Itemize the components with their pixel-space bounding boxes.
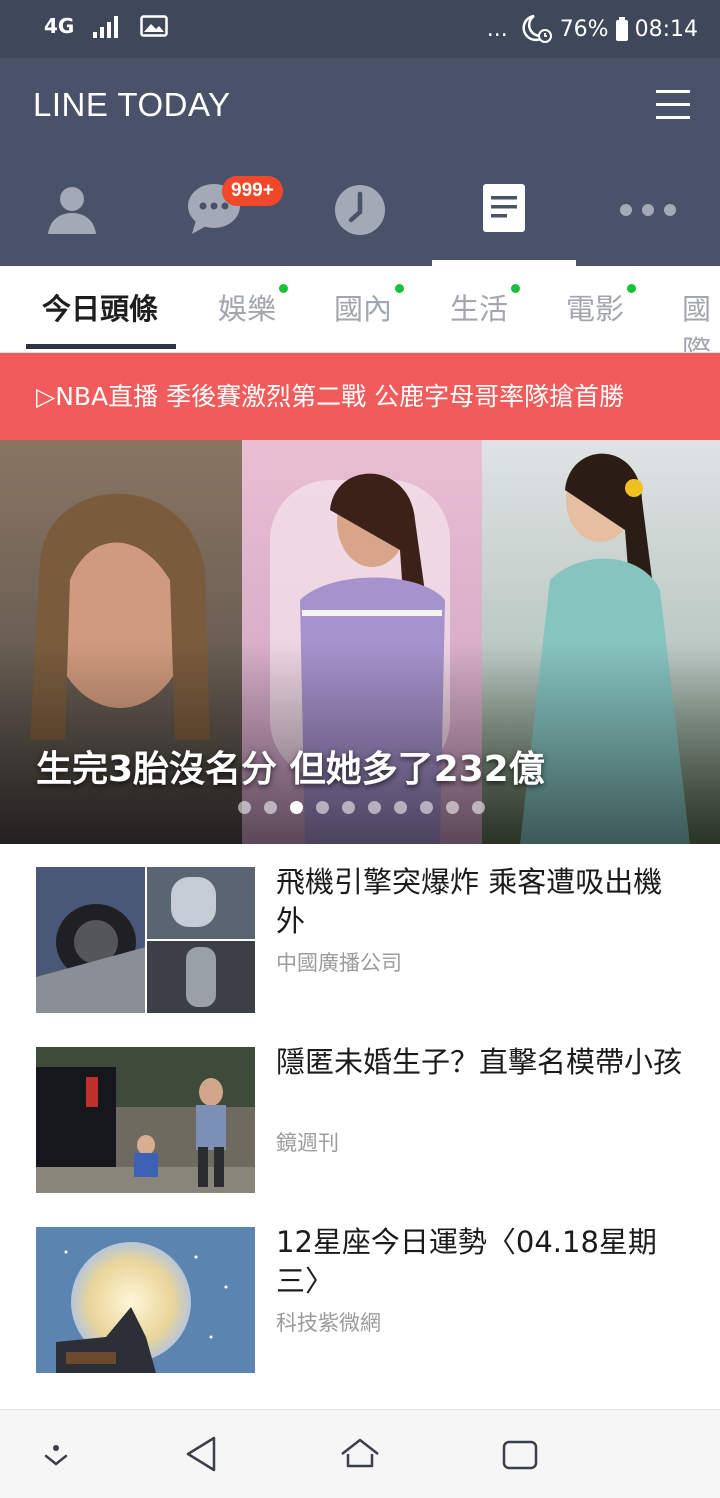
- nav-friends[interactable]: [0, 168, 144, 266]
- new-indicator-dot: [395, 284, 405, 293]
- nav-timeline[interactable]: [288, 168, 432, 266]
- carousel-dot[interactable]: [238, 801, 251, 814]
- article-source: 科技紫微網: [276, 1311, 381, 1335]
- hero-carousel[interactable]: 生完3胎沒名分 但她多了232億: [0, 440, 720, 844]
- network-indicator: 4G: [44, 14, 75, 38]
- nav-chat[interactable]: 999+: [144, 168, 288, 266]
- tab-life[interactable]: 生活: [450, 284, 521, 328]
- gallery-icon: [140, 15, 169, 37]
- moon-alarm-icon: [522, 14, 552, 43]
- status-bar: 4G ... 76% 08:14: [0, 0, 720, 58]
- carousel-dot[interactable]: [264, 801, 277, 814]
- home-icon: [341, 1438, 379, 1468]
- banner-text: ▷NBA直播 季後賽激烈第二戰 公鹿字母哥率隊搶首勝: [36, 382, 625, 411]
- category-tabs: 今日頭條 娛樂 國內 生活 電影 國際: [0, 268, 720, 353]
- app-title: LINE TODAY: [33, 86, 231, 123]
- tab-domestic[interactable]: 國內: [334, 284, 405, 328]
- recent-apps-icon: [502, 1440, 538, 1470]
- system-nav-bar: [0, 1409, 720, 1498]
- battery-icon: [615, 17, 628, 41]
- carousel-dot[interactable]: [368, 801, 381, 814]
- app-header: LINE TODAY 999+: [0, 58, 720, 266]
- carousel-dot[interactable]: [446, 801, 459, 814]
- active-tab-underline: [26, 344, 176, 349]
- article-item[interactable]: 12星座今日運勢〈04.18星期三〉 科技紫微網: [0, 1205, 720, 1385]
- clock: 08:14: [634, 16, 698, 42]
- home-button[interactable]: [340, 1434, 380, 1478]
- more-icon: [620, 204, 676, 216]
- hero-caption: 生完3胎沒名分 但她多了232億: [36, 749, 545, 790]
- chat-badge: 999+: [222, 176, 283, 206]
- notification-drawer-icon: [44, 1445, 68, 1466]
- article-item[interactable]: 隱匿未婚生子？直擊名模帶小孩 鏡週刊: [0, 1025, 720, 1205]
- carousel-dot[interactable]: [394, 801, 407, 814]
- nav-news[interactable]: [432, 168, 576, 266]
- article-title: 飛機引擎突爆炸 乘客遭吸出機外: [276, 865, 663, 938]
- back-button[interactable]: [184, 1434, 218, 1478]
- article-thumbnail: [36, 1227, 255, 1373]
- carousel-dot[interactable]: [342, 801, 355, 814]
- carousel-dot[interactable]: [316, 801, 329, 814]
- notification-drawer-button[interactable]: [42, 1434, 70, 1478]
- article-source: 鏡週刊: [276, 1131, 339, 1155]
- tab-entertainment[interactable]: 娛樂: [218, 284, 289, 328]
- friends-icon: [48, 187, 96, 234]
- new-indicator-dot: [627, 284, 637, 293]
- article-source: 中國廣播公司: [276, 951, 402, 975]
- article-item[interactable]: 飛機引擎突爆炸 乘客遭吸出機外 中國廣播公司: [0, 845, 720, 1025]
- carousel-dot-active[interactable]: [290, 801, 303, 814]
- news-icon: [483, 184, 525, 232]
- recent-apps-button[interactable]: [502, 1434, 538, 1478]
- battery-level: 76%: [559, 16, 609, 42]
- hamburger-menu-icon[interactable]: [656, 90, 690, 120]
- article-title: 12星座今日運勢〈04.18星期三〉: [276, 1225, 657, 1298]
- back-icon: [186, 1436, 216, 1472]
- carousel-dot[interactable]: [472, 801, 485, 814]
- tab-movies[interactable]: 電影: [566, 284, 637, 328]
- tab-international[interactable]: 國際: [682, 286, 720, 352]
- carousel-dot[interactable]: [420, 801, 433, 814]
- article-thumbnail: [36, 1047, 255, 1193]
- timeline-icon: [335, 185, 385, 235]
- breaking-news-banner[interactable]: ▷NBA直播 季後賽激烈第二戰 公鹿字母哥率隊搶首勝: [0, 353, 720, 440]
- article-thumbnail: [36, 867, 255, 1013]
- new-indicator-dot: [279, 284, 289, 293]
- article-title: 隱匿未婚生子？直擊名模帶小孩: [276, 1045, 683, 1079]
- nav-more[interactable]: [576, 168, 720, 266]
- carousel-dots: [238, 801, 485, 814]
- signal-icon: [93, 16, 119, 38]
- tab-headlines[interactable]: 今日頭條: [42, 286, 158, 328]
- main-nav: 999+: [0, 168, 720, 266]
- new-indicator-dot: [511, 284, 521, 293]
- active-nav-indicator: [432, 260, 576, 266]
- overflow-dots: ...: [486, 16, 508, 42]
